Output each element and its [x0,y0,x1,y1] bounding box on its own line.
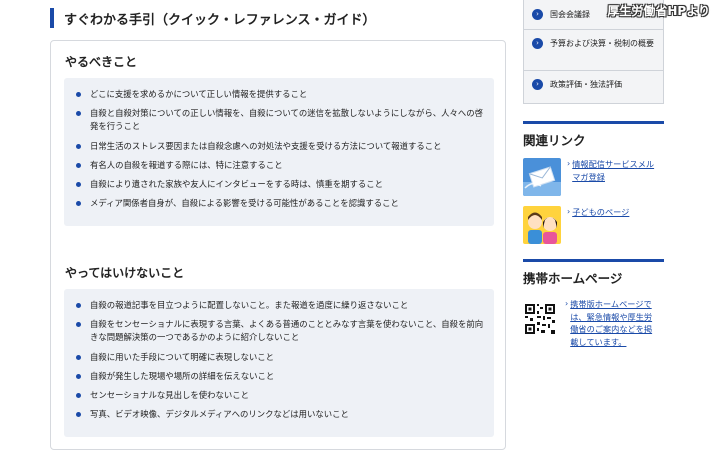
bullet-icon [76,412,81,418]
section-rule [523,121,664,124]
bullet-icon [76,322,81,328]
bullet-icon [76,182,81,188]
qr-code-icon [523,302,557,336]
related-link-mailmag[interactable]: › 情報配信サービスメルマガ登録 [523,158,657,196]
bullet-icon [76,354,81,360]
do-section-title: やるべきこと [65,55,138,69]
divider [524,29,663,30]
mail-icon [523,158,561,196]
chevron-right-icon: › [532,9,543,20]
list-item: どこに支援を求めるかについて正しい情報を提供すること [76,88,484,101]
list-item: 自殺に用いた手段について明確に表現しないこと [76,351,484,364]
divider [524,70,663,71]
list-item: 自殺が発生した現場や場所の詳細を伝えないこと [76,370,484,383]
bullet-icon [76,303,81,308]
quick-guide-card: やるべきこと どこに支援を求めるかについて正しい情報を提供すること 自殺と自殺対… [50,40,506,450]
source-caption: 厚生労働省HPより [607,4,710,18]
bullet-icon [76,111,81,117]
bullet-icon [76,143,81,149]
list-item: 有名人の自殺を報道する際には、特に注意すること [76,159,484,172]
mobile-homepage-heading: 携帯ホームページ [523,271,623,286]
list-item: 自殺により遺された家族や友人にインタビューをする時は、慎重を期すること [76,178,484,191]
heading-accent-bar [50,8,54,28]
bullet-icon [76,92,81,97]
sidebar-item-budget[interactable]: › 予算および決算・税制の概要 [524,37,663,50]
page-title: すぐわかる手引（クイック・レファレンス・ガイド） [64,12,376,28]
list-item: 写真、ビデオ映像、デジタルメディアへのリンクなどは用いないこと [76,408,484,421]
sidebar-item-policy-evaluation[interactable]: › 政策評価・独法評価 [524,78,663,91]
dont-section-title: やってはいけないこと [65,266,185,280]
link-label[interactable]: 情報配信サービスメルマガ登録 [572,158,657,196]
bullet-icon [76,162,81,168]
chevron-right-icon: › [567,207,571,216]
chevron-right-icon: › [532,38,543,49]
do-list-box: どこに支援を求めるかについて正しい情報を提供すること 自殺と自殺対策についての正… [64,78,494,226]
link-label[interactable]: 携帯版ホームページでは、緊急情報や厚生労働省のご案内などを掲載しています。 [570,298,657,348]
chevron-right-icon: › [532,79,543,90]
section-rule [523,259,664,262]
bullet-icon [76,393,81,399]
list-item: センセーショナルな見出しを使わないこと [76,389,484,402]
list-item: メディア関係者自身が、自殺による影響を受ける可能性があることを認識すること [76,197,484,210]
bullet-icon [76,373,81,379]
dont-list-box: 自殺の報道記事を目立つように配置しないこと。また報道を過度に繰り返さないこと 自… [64,289,494,437]
mobile-homepage-link[interactable]: › 携帯版ホームページでは、緊急情報や厚生労働省のご案内などを掲載しています。 [523,298,657,348]
children-icon [523,206,561,244]
dont-list: 自殺の報道記事を目立つように配置しないこと。また報道を過度に繰り返さないこと 自… [76,299,484,421]
list-item: 日常生活のストレス要因または自殺念慮への対処法や支援を受ける方法について報道する… [76,140,484,153]
do-list: どこに支援を求めるかについて正しい情報を提供すること 自殺と自殺対策についての正… [76,88,484,210]
link-label[interactable]: 子どものページ [572,206,629,244]
bullet-icon [76,201,81,207]
chevron-right-icon: › [565,299,569,308]
list-item: 自殺の報道記事を目立つように配置しないこと。また報道を過度に繰り返さないこと [76,299,484,312]
related-link-kids[interactable]: › 子どものページ [523,206,657,244]
page-heading: すぐわかる手引（クイック・レファレンス・ガイド） [50,7,375,29]
chevron-right-icon: › [567,159,571,168]
list-item: 自殺をセンセーショナルに表現する言葉、よくある普通のこととみなす言葉を使わないこ… [76,318,484,344]
related-links-heading: 関連リンク [523,133,586,148]
list-item: 自殺と自殺対策についての正しい情報を、自殺についての迷信を拡散しないようにしなが… [76,107,484,133]
